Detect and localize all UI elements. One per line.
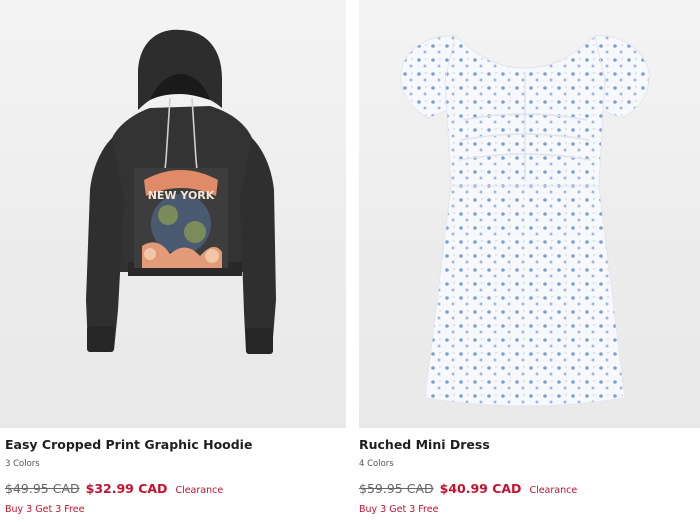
clearance-badge: Clearance [175,485,224,496]
product-name[interactable]: Easy Cropped Print Graphic Hoodie [5,437,252,452]
original-price: $49.95 CAD [5,481,80,496]
product-image[interactable] [359,0,700,428]
svg-text:NEW YORK: NEW YORK [148,189,215,202]
color-count[interactable]: 3 Colors [5,459,40,469]
sale-price: $32.99 CAD [85,481,168,496]
dress-image [400,35,650,407]
promo-label[interactable]: Buy 3 Get 3 Free [5,504,84,515]
original-price: $59.95 CAD [359,481,434,496]
product-name[interactable]: Ruched Mini Dress [359,437,490,452]
price-row: $49.95 CAD $32.99 CAD Clearance [5,481,223,499]
clearance-badge: Clearance [529,485,578,496]
product-image[interactable]: NEW YORK [0,0,346,428]
product-card[interactable]: NEW YORK Easy Cropped Print Graphic Hood… [0,0,346,522]
color-count[interactable]: 4 Colors [359,459,394,469]
promo-label[interactable]: Buy 3 Get 3 Free [359,504,438,515]
product-card[interactable]: Ruched Mini Dress 4 Colors $59.95 CAD $4… [359,0,700,522]
sale-price: $40.99 CAD [439,481,522,496]
product-grid: NEW YORK Easy Cropped Print Graphic Hood… [0,0,700,522]
price-row: $59.95 CAD $40.99 CAD Clearance [359,481,577,499]
hoodie-image: NEW YORK [86,29,276,354]
